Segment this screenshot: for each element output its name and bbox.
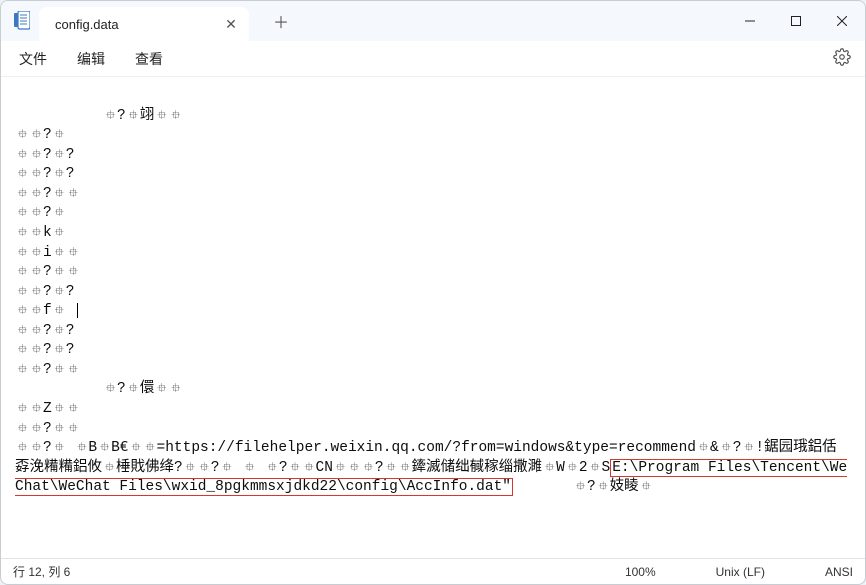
minimize-button[interactable] — [727, 1, 773, 41]
maximize-button[interactable] — [773, 1, 819, 41]
editor-area[interactable]: ?翊???????ki???f ??????儇Z?? BB€=https://f… — [1, 77, 865, 558]
notepad-icon — [13, 10, 31, 32]
menu-file[interactable]: 文件 — [19, 49, 47, 69]
menu-edit[interactable]: 编辑 — [77, 49, 105, 69]
statusbar: 行 12, 列 6 100% Unix (LF) ANSI — [1, 558, 865, 584]
status-zoom[interactable]: 100% — [625, 565, 656, 579]
close-window-button[interactable] — [819, 1, 865, 41]
menubar: 文件 编辑 查看 — [1, 41, 865, 77]
status-cursor-pos: 行 12, 列 6 — [13, 563, 70, 580]
menu-view[interactable]: 查看 — [135, 49, 163, 69]
tab-title: config.data — [55, 17, 223, 32]
status-eol[interactable]: Unix (LF) — [716, 565, 765, 579]
highlighted-path: E:\Program Files\Tencent\WeChat\WeChat F… — [15, 459, 847, 497]
titlebar: config.data ✕ ＋ — [1, 1, 865, 41]
app-window: config.data ✕ ＋ 文件 编辑 查看 ?翊???????ki???f… — [0, 0, 866, 585]
new-tab-button[interactable]: ＋ — [269, 9, 293, 33]
close-tab-icon[interactable]: ✕ — [223, 16, 239, 32]
document-tab[interactable]: config.data ✕ — [39, 7, 249, 41]
settings-button[interactable] — [833, 48, 851, 69]
status-encoding[interactable]: ANSI — [825, 565, 853, 579]
gear-icon — [833, 48, 851, 66]
